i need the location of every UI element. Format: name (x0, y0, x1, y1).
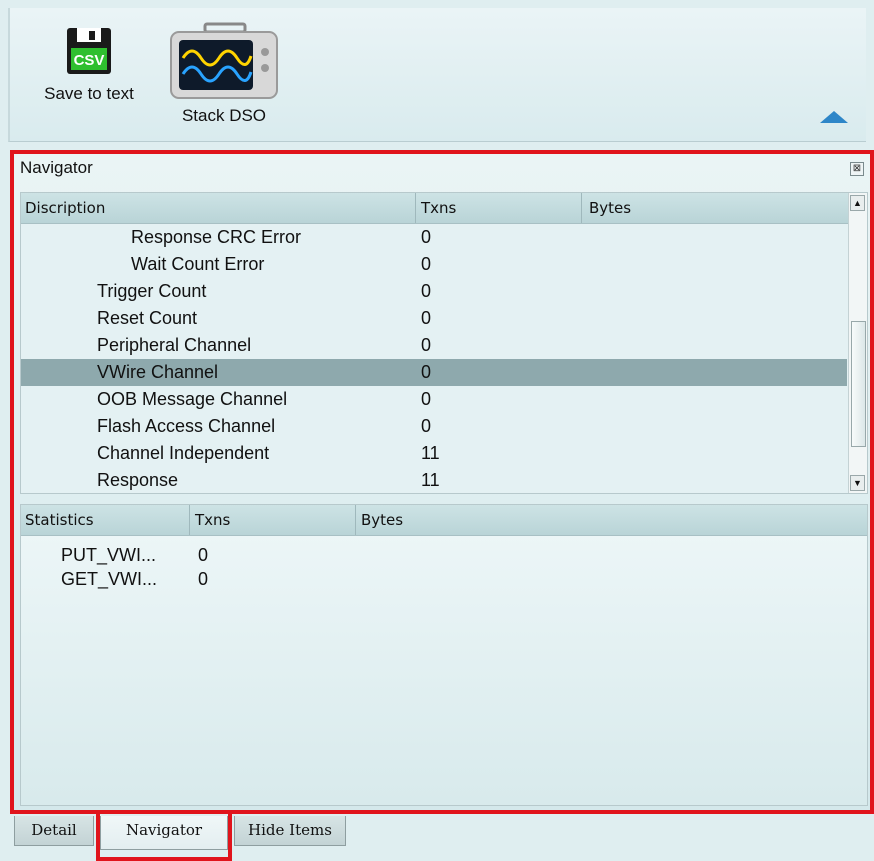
scroll-down-icon[interactable]: ▼ (850, 475, 865, 491)
scrollbar-thumb[interactable] (851, 321, 866, 447)
column-header-txns[interactable]: Txns (421, 199, 456, 217)
statistics-row-label: PUT_VWI... (61, 545, 157, 565)
tree-row-label: VWire Channel (97, 362, 219, 382)
column-header-statistics[interactable]: Statistics (25, 511, 94, 529)
tree-row-txns: 11 (421, 443, 440, 463)
tree-row-txns: 0 (421, 362, 432, 382)
tree-row-label: Peripheral Channel (97, 335, 252, 355)
tree-row[interactable]: Wait Count Error 0 (21, 251, 847, 278)
tab-navigator[interactable]: Navigator (100, 816, 228, 850)
tree-row-label: OOB Message Channel (97, 389, 288, 409)
tab-detail[interactable]: Detail (14, 816, 94, 846)
tree-row-txns: 0 (421, 416, 432, 436)
tree-row-txns: 0 (421, 227, 432, 247)
statistics-grid-header: Statistics Txns Bytes (21, 505, 867, 536)
tree-row-label: Reset Count (97, 308, 198, 328)
tree-row[interactable]: Peripheral Channel 0 (21, 332, 847, 359)
navigator-grid-header: Discription Txns Bytes (21, 193, 867, 224)
tree-row[interactable]: Flash Access Channel 0 (21, 413, 847, 440)
tree-row-txns: 0 (421, 308, 432, 328)
tree-row-label: Response CRC Error (131, 227, 302, 247)
stack-dso-label: Stack DSO (181, 106, 267, 125)
floppy-csv-icon: CSV (67, 28, 111, 74)
tree-row[interactable]: Trigger Count 0 (21, 278, 847, 305)
statistics-row[interactable]: GET_VWI... 0 (21, 567, 867, 591)
tree-row[interactable]: Channel Independent 11 (21, 440, 847, 467)
tab-hide-items[interactable]: Hide Items (234, 816, 346, 846)
column-header-description[interactable]: Discription (25, 199, 105, 217)
svg-text:CSV: CSV (74, 52, 105, 69)
column-header-stat-txns[interactable]: Txns (195, 511, 230, 529)
tree-row-txns: 0 (421, 335, 432, 355)
navigator-panel: Navigator ⊠ Discription Txns Bytes Respo… (14, 154, 870, 810)
save-to-text-button[interactable]: CSV Save to text (34, 26, 144, 104)
save-to-text-label: Save to text (44, 84, 134, 103)
statistics-row[interactable]: PUT_VWI... 0 (21, 543, 867, 567)
panel-title: Navigator (20, 158, 93, 177)
scroll-up-icon[interactable]: ▲ (850, 195, 865, 211)
statistics-row-txns: 0 (198, 569, 209, 589)
oscilloscope-icon (170, 22, 278, 99)
tree-row[interactable]: Reset Count 0 (21, 305, 847, 332)
column-header-stat-bytes[interactable]: Bytes (361, 511, 403, 529)
navigator-rows: Response CRC Error 0 Wait Count Error 0 Trig… (21, 224, 847, 493)
ribbon-toolbar: CSV Save to text Stack DSO (8, 8, 866, 142)
tree-row-txns: 11 (421, 470, 440, 490)
tree-row-txns: 0 (421, 281, 432, 301)
tree-row-label: Trigger Count (97, 281, 207, 301)
tree-row[interactable]: VWire Channel 0 (21, 359, 847, 386)
collapse-ribbon-icon[interactable] (820, 111, 848, 123)
stack-dso-button[interactable]: Stack DSO (164, 22, 284, 126)
column-header-bytes[interactable]: Bytes (589, 199, 631, 217)
vertical-scrollbar[interactable]: ▲ ▼ (848, 193, 867, 493)
statistics-row-txns: 0 (198, 545, 209, 565)
tree-row-txns: 0 (421, 389, 432, 409)
tree-row-label: Response (97, 470, 179, 490)
close-icon[interactable]: ⊠ (850, 162, 864, 176)
tree-row[interactable]: OOB Message Channel 0 (21, 386, 847, 413)
tree-row[interactable]: Response CRC Error 0 (21, 224, 847, 251)
tree-row-label: Flash Access Channel (97, 416, 276, 436)
navigator-tree-grid: Discription Txns Bytes Response CRC Erro… (20, 192, 868, 494)
tree-row-label: Wait Count Error (131, 254, 265, 274)
statistics-rows: PUT_VWI... 0 GET_VWI... 0 (21, 543, 867, 591)
statistics-grid: Statistics Txns Bytes PUT_VWI... 0 GET_VWI… (20, 504, 868, 806)
tree-row-txns: 0 (421, 254, 432, 274)
statistics-row-label: GET_VWI... (61, 569, 158, 589)
tree-row-label: Channel Independent (97, 443, 270, 463)
tree-row[interactable]: Response 11 (21, 467, 847, 493)
